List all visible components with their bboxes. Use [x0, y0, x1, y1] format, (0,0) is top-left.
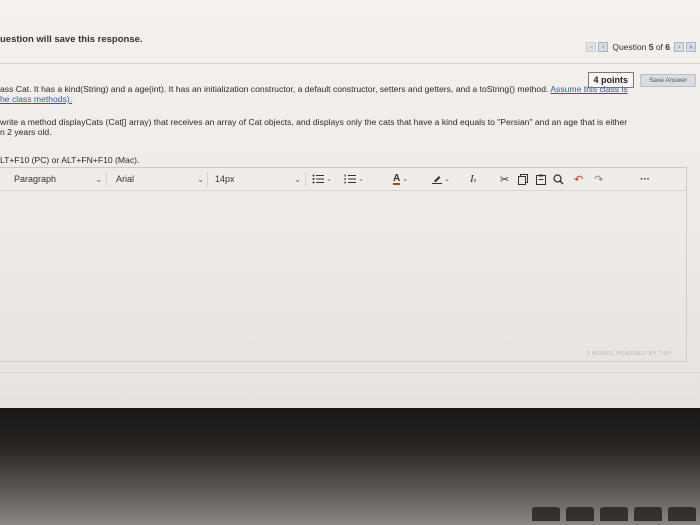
total-questions: 6: [665, 42, 670, 52]
cut-button[interactable]: ✂: [500, 171, 509, 187]
bullet-list-button[interactable]: ⌄: [312, 171, 332, 187]
keyboard-key: [634, 507, 662, 521]
font-size-select[interactable]: 14px ⌄: [215, 171, 301, 187]
chevron-down-icon: ⌄: [402, 176, 409, 183]
text-color-icon: A: [393, 172, 401, 185]
copy-icon: [518, 173, 528, 185]
paragraph-select[interactable]: Paragraph ⌄: [14, 171, 102, 187]
paragraph-select-value: Paragraph: [14, 174, 57, 184]
clipboard-icon: [536, 174, 546, 185]
keyboard-key: [600, 507, 628, 521]
highlight-color-button[interactable]: ⌄: [432, 171, 450, 187]
redo-button[interactable]: ↷: [594, 171, 603, 187]
question-navigator: « ‹ Question 5 of 6 › »: [586, 42, 696, 52]
paste-button[interactable]: [536, 171, 546, 187]
toolbar-separator: [207, 172, 208, 186]
font-family-value: Arial: [116, 174, 135, 184]
clear-formatting-button[interactable]: Ix: [470, 171, 476, 187]
monitor-bezel: [0, 408, 700, 525]
search-button[interactable]: [553, 171, 564, 187]
question-line-2: he class methods).: [0, 94, 690, 104]
rich-text-editor: Paragraph ⌄ Arial ⌄ 14px ⌄ ⌄ ⌄ A ⌄ ⌄ Ix …: [0, 167, 687, 362]
text-color-button[interactable]: A ⌄: [393, 171, 408, 187]
question-text: ass Cat. It has a kind(String) and a age…: [0, 84, 690, 137]
question-line-3: write a method displayCats (Cat[] array)…: [0, 117, 628, 127]
redo-icon: ↷: [594, 173, 604, 186]
question-line-1: ass Cat. It has a kind(String) and a age…: [0, 84, 690, 94]
save-notice: uestion will save this response.: [0, 34, 143, 45]
keyboard-key: [532, 507, 560, 521]
toolbar-separator: [305, 172, 306, 186]
highlighter-icon: [432, 176, 442, 184]
word-count: 0 WORDS: [586, 351, 615, 357]
class-methods-link[interactable]: he class methods).: [0, 94, 72, 104]
chevron-down-icon: ⌄: [95, 174, 102, 184]
question-line-1-text: ass Cat. It has a kind(String) and a age…: [0, 84, 549, 94]
chevron-down-icon: ⌄: [294, 174, 301, 184]
clear-formatting-icon: Ix: [470, 173, 477, 185]
numbered-list-button[interactable]: ⌄: [344, 171, 364, 187]
scissors-icon: ✂: [500, 173, 510, 186]
assume-class-link[interactable]: Assume this class is: [550, 84, 627, 94]
font-size-value: 14px: [215, 174, 235, 184]
question-label: Question: [612, 42, 649, 52]
font-family-select[interactable]: Arial ⌄: [116, 171, 204, 187]
ellipsis-icon: ···: [640, 173, 650, 185]
toolbar-separator: [106, 172, 107, 186]
undo-button[interactable]: ↶: [574, 171, 583, 187]
browser-viewport: uestion will save this response. « ‹ Que…: [0, 0, 700, 408]
page-bottom-divider: [0, 372, 700, 373]
chevron-left-icon[interactable]: ‹: [598, 42, 609, 52]
question-line-4: n 2 years old.: [0, 127, 52, 137]
chevron-down-icon: ⌄: [444, 176, 450, 183]
accessibility-hint: LT+F10 (PC) or ALT+FN+F10 (Mac).: [0, 155, 140, 165]
powered-by-label[interactable]: POWERED BY TINY: [616, 351, 672, 357]
search-icon: [553, 173, 564, 185]
bullet-list-icon: [312, 174, 324, 184]
chevron-right-icon[interactable]: ›: [674, 42, 684, 52]
header-divider: [0, 63, 700, 64]
chevron-down-icon: ⌄: [197, 174, 204, 184]
keyboard-edge: [496, 507, 700, 525]
numbered-list-icon: [344, 174, 356, 184]
chevron-down-icon: ⌄: [326, 176, 332, 183]
more-options-button[interactable]: ···: [640, 171, 650, 187]
editor-toolbar: Paragraph ⌄ Arial ⌄ 14px ⌄ ⌄ ⌄ A ⌄ ⌄ Ix …: [0, 168, 686, 191]
undo-icon: ↶: [574, 173, 584, 186]
keyboard-key: [668, 507, 696, 521]
copy-button[interactable]: [518, 171, 528, 187]
double-chevron-right-icon[interactable]: »: [686, 42, 696, 52]
chevron-down-icon: ⌄: [358, 176, 364, 183]
keyboard-key: [566, 507, 594, 521]
question-label-of: of: [653, 42, 666, 52]
double-chevron-left-icon[interactable]: «: [586, 42, 597, 52]
editor-status-bar: 0 WORDS POWERED BY TINY: [587, 351, 672, 357]
question-position: Question 5 of 6: [610, 42, 672, 52]
